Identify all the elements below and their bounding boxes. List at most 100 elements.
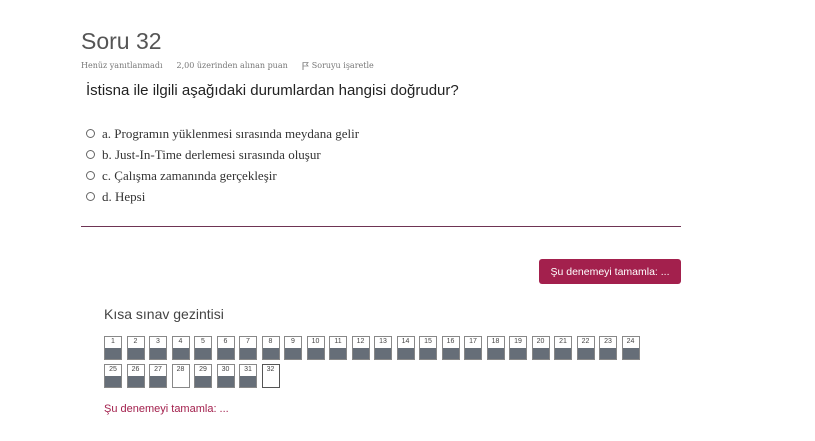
quiz-navigation-heading: Kısa sınav gezintisi xyxy=(104,306,224,322)
nav-question-number: 9 xyxy=(291,338,295,345)
answer-options: a. Programın yüklenmesi sırasında meydan… xyxy=(86,123,359,207)
nav-question-1-button[interactable]: 1 xyxy=(104,336,122,360)
answered-indicator xyxy=(195,348,211,359)
question-title: Soru 32 xyxy=(81,28,162,54)
nav-question-28-button[interactable]: 28 xyxy=(171,364,190,388)
answered-indicator xyxy=(600,348,616,359)
nav-question-6-button[interactable]: 6 xyxy=(216,336,235,360)
nav-question-23-button[interactable]: 23 xyxy=(599,336,617,360)
nav-question-27-button[interactable]: 27 xyxy=(149,364,167,388)
answer-option-b[interactable]: b. Just-In-Time derlemesi sırasında oluş… xyxy=(86,144,359,165)
answered-indicator xyxy=(127,348,144,359)
radio-button[interactable] xyxy=(86,171,95,180)
nav-question-31-button[interactable]: 31 xyxy=(239,364,257,388)
answered-indicator xyxy=(195,376,211,387)
nav-question-number: 20 xyxy=(536,338,545,345)
nav-question-number: 19 xyxy=(514,338,522,345)
answer-option-c[interactable]: c. Çalışma zamanında gerçekleşir xyxy=(86,165,359,186)
answer-option-a[interactable]: a. Programın yüklenmesi sırasında meydan… xyxy=(86,123,359,144)
nav-question-3-button[interactable]: 3 xyxy=(149,336,167,360)
nav-question-number: 10 xyxy=(311,338,320,345)
answered-indicator xyxy=(217,376,234,387)
nav-question-number: 4 xyxy=(178,338,183,345)
nav-question-9-button[interactable]: 9 xyxy=(284,336,302,360)
answer-label: c. Çalışma zamanında gerçekleşir xyxy=(102,167,277,183)
answered-indicator xyxy=(510,348,526,359)
answer-label: a. Programın yüklenmesi sırasında meydan… xyxy=(102,125,360,141)
answered-indicator xyxy=(127,376,144,387)
nav-question-22-button[interactable]: 22 xyxy=(576,336,595,360)
nav-question-number: 1 xyxy=(111,338,115,345)
radio-button[interactable] xyxy=(86,150,95,159)
nav-question-number: 30 xyxy=(221,366,230,373)
radio-button[interactable] xyxy=(86,192,95,201)
nav-question-8-button[interactable]: 8 xyxy=(261,336,280,360)
nav-question-number: 16 xyxy=(446,338,455,345)
answered-indicator xyxy=(532,348,549,359)
answered-indicator xyxy=(307,348,324,359)
nav-question-7-button[interactable]: 7 xyxy=(239,336,257,360)
nav-question-number: 25 xyxy=(109,366,117,373)
nav-question-number: 26 xyxy=(131,366,140,373)
nav-question-2-button[interactable]: 2 xyxy=(126,336,145,360)
nav-question-number: 7 xyxy=(246,338,250,345)
nav-question-number: 12 xyxy=(356,338,365,345)
answered-indicator xyxy=(217,348,234,359)
nav-question-15-button[interactable]: 15 xyxy=(419,336,437,360)
flag-icon xyxy=(302,61,309,70)
question-points: 2,00 üzerinden alınan puan xyxy=(176,61,288,70)
nav-question-number: 6 xyxy=(223,338,228,345)
nav-question-16-button[interactable]: 16 xyxy=(441,336,460,360)
nav-question-number: 31 xyxy=(244,366,252,373)
answered-indicator xyxy=(262,348,279,359)
nav-question-number: 23 xyxy=(604,338,612,345)
nav-question-26-button[interactable]: 26 xyxy=(126,364,145,388)
answered-indicator xyxy=(240,376,256,387)
nav-question-number: 22 xyxy=(581,338,590,345)
nav-question-number: 28 xyxy=(176,366,185,373)
nav-question-number: 24 xyxy=(626,338,635,345)
answer-option-d[interactable]: d. Hepsi xyxy=(86,186,359,207)
divider xyxy=(81,226,681,227)
nav-question-18-button[interactable]: 18 xyxy=(486,336,505,360)
nav-question-number: 13 xyxy=(379,338,387,345)
nav-question-21-button[interactable]: 21 xyxy=(554,336,572,360)
answered-indicator xyxy=(375,348,391,359)
flag-question-link[interactable]: Soruyu işaretle xyxy=(302,61,388,70)
nav-question-32-button[interactable]: 32 xyxy=(261,364,280,388)
answered-indicator xyxy=(105,376,121,387)
nav-question-number: 5 xyxy=(201,338,205,345)
nav-question-14-button[interactable]: 14 xyxy=(396,336,415,360)
nav-question-13-button[interactable]: 13 xyxy=(374,336,392,360)
nav-question-24-button[interactable]: 24 xyxy=(621,336,640,360)
answered-indicator xyxy=(150,376,166,387)
nav-question-10-button[interactable]: 10 xyxy=(306,336,325,360)
radio-button[interactable] xyxy=(86,129,95,138)
finish-attempt-link[interactable]: Şu denemeyi tamamla: ... xyxy=(104,403,229,415)
finish-attempt-button[interactable]: Şu denemeyi tamamla: ... xyxy=(539,259,681,284)
answered-indicator xyxy=(330,348,346,359)
nav-question-number: 17 xyxy=(469,338,477,345)
answered-indicator xyxy=(442,348,459,359)
nav-question-12-button[interactable]: 12 xyxy=(351,336,370,360)
nav-question-number: 32 xyxy=(266,366,275,373)
answered-indicator xyxy=(105,348,121,359)
answered-indicator xyxy=(150,348,166,359)
nav-question-11-button[interactable]: 11 xyxy=(329,336,347,360)
nav-question-number: 14 xyxy=(401,338,410,345)
nav-question-4-button[interactable]: 4 xyxy=(171,336,190,360)
nav-question-25-button[interactable]: 25 xyxy=(104,364,122,388)
question-text: İstisna ile ilgili aşağıdaki durumlardan… xyxy=(86,82,459,99)
nav-question-29-button[interactable]: 29 xyxy=(194,364,212,388)
nav-question-number: 2 xyxy=(133,338,138,345)
answered-indicator xyxy=(622,348,639,359)
answered-indicator xyxy=(285,348,301,359)
nav-question-30-button[interactable]: 30 xyxy=(216,364,235,388)
answer-label: b. Just-In-Time derlemesi sırasında oluş… xyxy=(102,146,321,162)
nav-question-20-button[interactable]: 20 xyxy=(531,336,550,360)
answered-indicator xyxy=(577,348,594,359)
nav-question-19-button[interactable]: 19 xyxy=(509,336,527,360)
nav-question-number: 15 xyxy=(424,338,432,345)
nav-question-5-button[interactable]: 5 xyxy=(194,336,212,360)
nav-question-17-button[interactable]: 17 xyxy=(464,336,482,360)
